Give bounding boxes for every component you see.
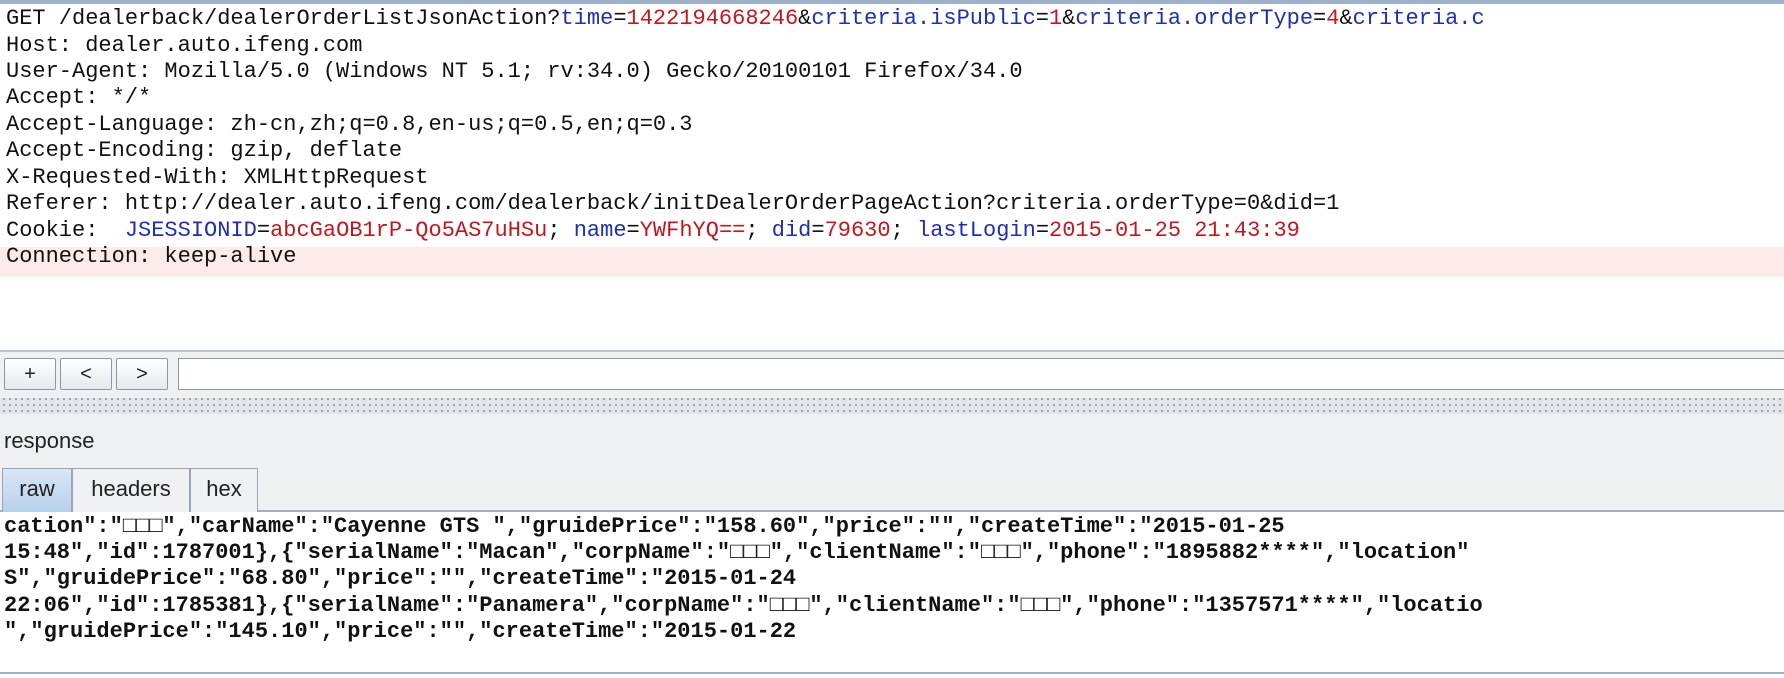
next-button[interactable]: >	[116, 358, 168, 390]
tab-hex[interactable]: hex	[190, 468, 258, 512]
cookie-value: 79630	[824, 218, 891, 243]
header-user-agent: User-Agent: Mozilla/5.0 (Windows NT 5.1;…	[6, 59, 1023, 84]
param-key: criteria.isPublic	[811, 6, 1036, 31]
cookie-key: JSESSIONID	[124, 218, 257, 243]
param-value: 1422194668246	[626, 6, 799, 31]
param-value: 4	[1326, 6, 1340, 31]
request-method-path: GET /dealerback/dealerOrderListJsonActio…	[6, 6, 561, 31]
pane-border	[0, 672, 1784, 674]
header-accept: Accept: */*	[6, 85, 152, 110]
cookie-key: name	[573, 218, 627, 243]
splitter-handle[interactable]	[0, 398, 1784, 414]
add-button[interactable]: +	[4, 358, 56, 390]
previous-button[interactable]: <	[60, 358, 112, 390]
cookie-value: abcGaOB1rP-Qo5AS7uHSu	[270, 218, 548, 243]
search-input[interactable]	[178, 358, 1784, 390]
request-pane[interactable]: GET /dealerback/dealerOrderListJsonActio…	[0, 0, 1784, 350]
search-toolbar: + < >	[0, 352, 1784, 398]
cookie-key: lastLogin	[917, 218, 1036, 243]
param-value: 1	[1049, 6, 1063, 31]
response-line: ","gruidePrice":"145.10","price":"","cre…	[4, 619, 797, 644]
param-key: time	[560, 6, 614, 31]
response-header: response	[0, 414, 1784, 466]
cookie-value: 2015-01-25 21:43:39	[1049, 218, 1300, 243]
response-body[interactable]: cation":"□□□","carName":"Cayenne GTS ","…	[0, 512, 1784, 678]
param-key: criteria.orderType	[1075, 6, 1314, 31]
cookie-key: did	[771, 218, 812, 243]
header-referer: Referer: http://dealer.auto.ifeng.com/de…	[6, 191, 1340, 216]
param-key: criteria.c	[1352, 6, 1485, 31]
cookie-value: YWFhYQ==	[639, 218, 746, 243]
response-title: response	[4, 428, 95, 453]
header-connection: Connection: keep-alive	[6, 244, 297, 269]
tab-raw[interactable]: raw	[2, 468, 72, 512]
request-line: GET /dealerback/dealerOrderListJsonActio…	[6, 6, 1485, 31]
tab-headers[interactable]: headers	[72, 468, 190, 512]
response-tabs: raw headers hex	[0, 466, 1784, 512]
response-line: S","gruidePrice":"68.80","price":"","cre…	[4, 566, 797, 591]
cookie-label: Cookie:	[6, 218, 125, 243]
header-accept-encoding: Accept-Encoding: gzip, deflate	[6, 138, 403, 163]
